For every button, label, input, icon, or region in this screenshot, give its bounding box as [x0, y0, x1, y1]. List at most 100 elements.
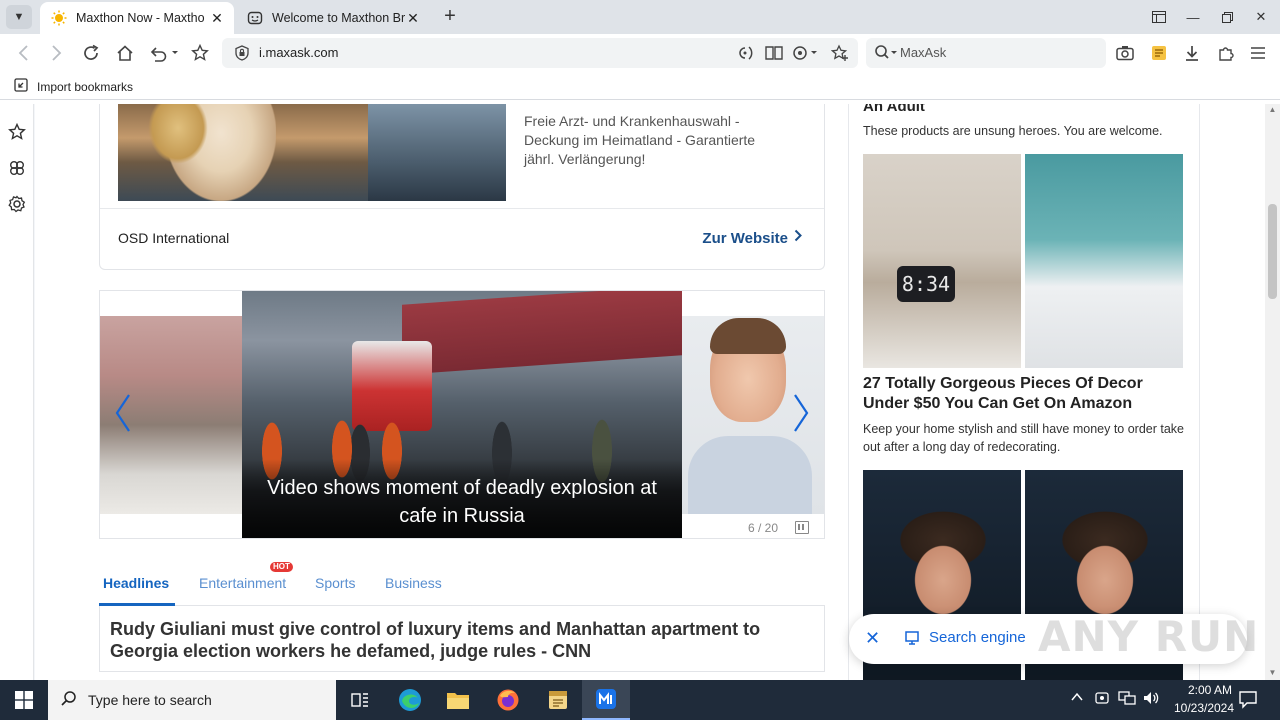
search-engine-label: Search engine [929, 629, 1026, 646]
taskbar-time[interactable]: 2:00 AM [1172, 683, 1248, 697]
notifications-icon[interactable] [1238, 689, 1258, 712]
volume-icon[interactable] [1142, 690, 1160, 709]
hot-badge: HOT [270, 562, 293, 572]
tab-maxthon-now[interactable]: Maxthon Now - Maxtho ✕ [40, 2, 234, 34]
settings-gear-icon[interactable] [7, 194, 27, 214]
undo-close-icon[interactable] [146, 42, 180, 64]
home-icon[interactable] [114, 42, 136, 64]
gallery-view-icon[interactable] [795, 521, 809, 534]
sidebar-toggle-icon[interactable] [1146, 6, 1172, 28]
windows-taskbar: Type here to search 2:00 AM 10/23/2024 [0, 680, 1280, 720]
decor-image-left: 8:34 [863, 154, 1021, 368]
carousel-next-arrow-icon[interactable] [786, 388, 816, 438]
taskbar-date[interactable]: 10/23/2024 [1162, 701, 1246, 715]
taskbar-search[interactable]: Type here to search [48, 680, 336, 720]
toolbar: i.maxask.com MaxAsk [0, 34, 1280, 72]
ad-divider [100, 208, 824, 209]
sun-icon [50, 9, 68, 27]
search-engine-button[interactable]: Search engine [905, 629, 1026, 646]
tab-headlines[interactable]: Headlines [103, 575, 169, 591]
tray-chevron-up-icon[interactable] [1070, 690, 1084, 707]
forward-icon[interactable] [46, 42, 68, 64]
read-aloud-icon[interactable] [734, 42, 756, 64]
feed-item-title[interactable]: 27 Totally Gorgeous Pieces Of Decor Unde… [863, 374, 1183, 414]
tab-welcome-maxthon[interactable]: Welcome to Maxthon Br ✕ [236, 2, 430, 34]
carousel-slide-current[interactable]: Video shows moment of deadly explosion a… [242, 291, 682, 538]
anyrun-watermark: ANY RUN [1038, 612, 1260, 661]
notes-icon[interactable] [1148, 42, 1170, 64]
import-bookmarks-label: Import bookmarks [37, 79, 134, 94]
slide-caption[interactable]: Video shows moment of deadly explosion a… [252, 474, 672, 530]
chevron-right-icon [794, 229, 802, 247]
extensions-puzzle-icon[interactable] [1215, 42, 1237, 64]
tab-title: Welcome to Maxthon Br [272, 11, 406, 25]
apps-cluster-icon[interactable] [7, 158, 27, 178]
search-placeholder: MaxAsk [900, 45, 947, 60]
news-tabs: Headlines Entertainment HOT Sports Busin… [99, 560, 825, 606]
notepad-app-icon[interactable] [534, 680, 582, 720]
tab-list-chevron-icon[interactable]: ▼ [6, 5, 32, 29]
close-tab-icon[interactable]: ✕ [406, 11, 420, 25]
task-view-icon[interactable] [336, 680, 384, 720]
reload-icon[interactable] [80, 42, 102, 64]
tray-app-icon[interactable] [1094, 690, 1110, 709]
page-viewport: Freie Arzt- und Krankenhauswahl - Deckun… [0, 104, 1280, 680]
favorites-star-icon[interactable] [7, 122, 27, 142]
address-url: i.maxask.com [259, 45, 339, 60]
add-favorite-icon[interactable] [829, 42, 851, 64]
headline-title[interactable]: Rudy Giuliani must give control of luxur… [110, 618, 810, 662]
ad-image-sea [368, 104, 506, 201]
site-info-icon[interactable] [234, 45, 250, 66]
tab-entertainment[interactable]: Entertainment [199, 575, 286, 591]
feed-item-title[interactable]: An Adult [863, 104, 925, 115]
minimize-icon[interactable]: — [1180, 6, 1206, 28]
ad-image[interactable] [118, 104, 506, 201]
feed-item-image[interactable]: 8:34 [863, 154, 1183, 368]
file-explorer-icon[interactable] [434, 680, 482, 720]
new-tab-plus-icon[interactable]: + [440, 6, 460, 27]
search-engine-icon [905, 630, 919, 645]
slide-image-shirt [688, 436, 812, 514]
search-box[interactable]: MaxAsk [866, 38, 1106, 68]
maxthon-app-icon[interactable] [582, 680, 630, 720]
tab-sports[interactable]: Sports [315, 575, 355, 591]
decor-image-right [1025, 154, 1183, 368]
ad-description[interactable]: Freie Arzt- und Krankenhauswahl - Deckun… [524, 112, 784, 169]
bookmarks-bar: Import bookmarks [0, 72, 1280, 100]
restore-icon[interactable] [1214, 6, 1240, 28]
close-window-icon[interactable]: ✕ [1248, 6, 1274, 28]
close-pill-icon[interactable]: ✕ [865, 628, 880, 649]
edge-browser-icon[interactable] [386, 680, 434, 720]
close-tab-icon[interactable]: ✕ [210, 11, 224, 25]
menu-hamburger-icon[interactable] [1247, 42, 1269, 64]
tab-business[interactable]: Business [385, 575, 442, 591]
screenshot-camera-icon[interactable] [1114, 42, 1136, 64]
back-icon[interactable] [12, 42, 34, 64]
feed-item-description: These products are unsung heroes. You ar… [863, 124, 1163, 138]
ad-image-hair [148, 104, 208, 164]
tab-strip: ▼ Maxthon Now - Maxtho ✕ Welcome to Maxt… [0, 0, 1280, 34]
carousel-prev-arrow-icon[interactable] [108, 388, 138, 438]
ad-card[interactable]: Freie Arzt- und Krankenhauswahl - Deckun… [99, 104, 825, 270]
right-feed-column: An Adult These products are unsung heroe… [848, 104, 1200, 680]
scroll-down-arrow-icon[interactable]: ▼ [1268, 669, 1277, 677]
network-icon[interactable] [1118, 690, 1136, 709]
firefox-icon[interactable] [484, 680, 532, 720]
left-side-rail [0, 104, 34, 680]
scrollbar-thumb[interactable] [1268, 204, 1277, 299]
feed-item-description: Keep your home stylish and still have mo… [863, 422, 1185, 454]
ad-block-icon[interactable] [790, 42, 820, 64]
search-icon [874, 44, 898, 67]
slide-image-awning [402, 291, 682, 375]
download-icon[interactable] [1181, 42, 1203, 64]
headline-card[interactable]: Rudy Giuliani must give control of luxur… [99, 606, 825, 672]
ad-cta-link[interactable]: Zur Website [702, 229, 802, 247]
address-bar[interactable]: i.maxask.com [222, 38, 858, 68]
import-bookmarks-link[interactable]: Import bookmarks [14, 78, 133, 95]
page-scrollbar[interactable]: ▲ ▼ [1265, 104, 1280, 680]
favorite-star-icon[interactable] [189, 42, 211, 64]
reader-mode-icon[interactable] [763, 42, 785, 64]
windows-start-icon[interactable] [0, 680, 48, 720]
tab-title: Maxthon Now - Maxtho [76, 11, 205, 25]
scroll-up-arrow-icon[interactable]: ▲ [1268, 106, 1277, 114]
